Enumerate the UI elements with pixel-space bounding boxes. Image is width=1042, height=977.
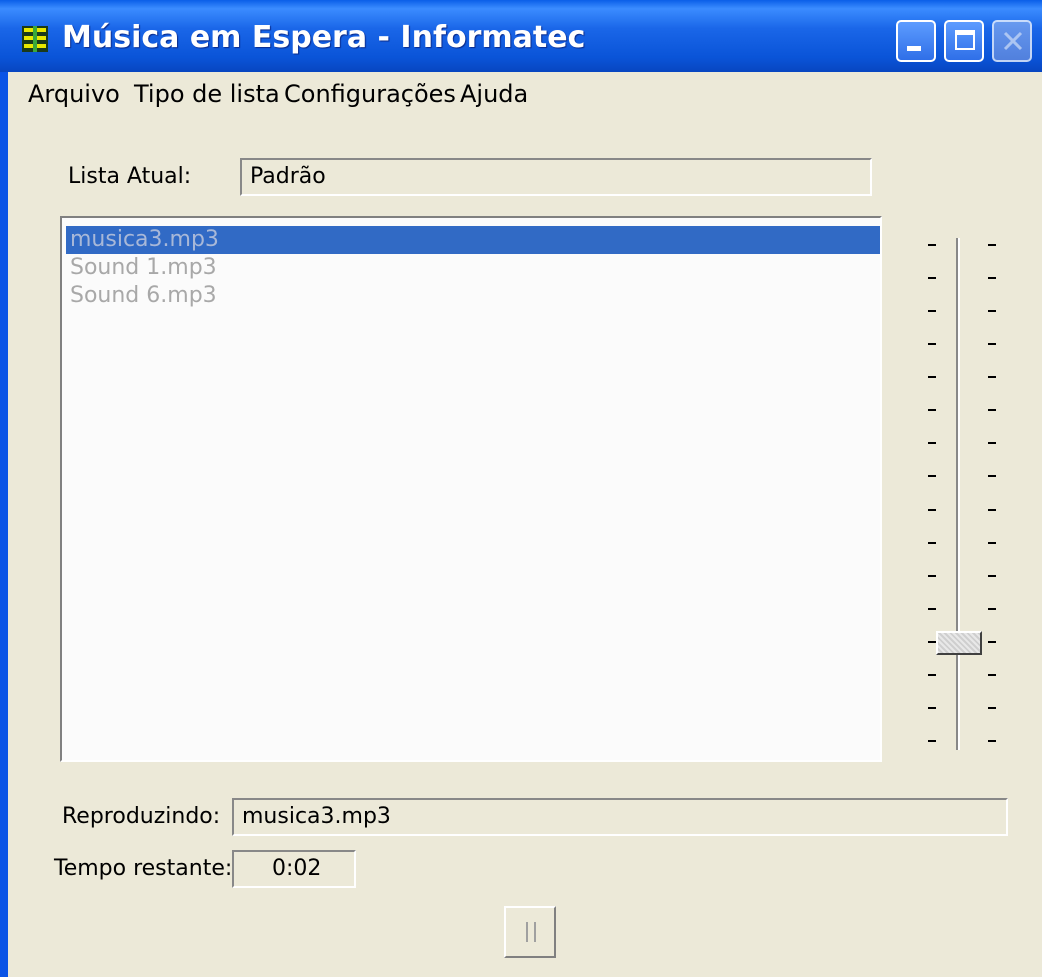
time-remaining-field: 0:02: [232, 850, 356, 888]
time-remaining-value: 0:02: [272, 856, 322, 881]
menu-bar: Arquivo Tipo de lista Configurações Ajud…: [8, 72, 1042, 118]
now-playing-label: Reproduzindo:: [62, 804, 221, 829]
maximize-icon: [955, 30, 975, 50]
menu-ajuda[interactable]: Ajuda: [460, 80, 528, 108]
list-item-label: musica3.mp3: [70, 227, 219, 252]
volume-tick-left: [928, 740, 936, 742]
volume-tick-right: [988, 574, 996, 577]
playlist-listbox[interactable]: musica3.mp3 Sound 1.mp3 Sound 6.mp3: [60, 216, 882, 762]
volume-tick-left: [928, 442, 936, 445]
list-item[interactable]: Sound 6.mp3: [66, 282, 880, 310]
pause-button[interactable]: [504, 906, 556, 958]
close-icon: [1003, 31, 1023, 51]
volume-tick-left: [928, 574, 936, 577]
volume-tick-left: [928, 376, 936, 379]
volume-slider-track: [956, 238, 960, 750]
volume-tick-right: [988, 640, 996, 643]
volume-tick-right: [988, 376, 996, 379]
volume-tick-left: [928, 607, 936, 610]
volume-tick-left: [928, 277, 936, 280]
now-playing-value: musica3.mp3: [242, 804, 391, 829]
list-item[interactable]: Sound 1.mp3: [66, 254, 880, 282]
volume-tick-right: [988, 442, 996, 445]
title-bar[interactable]: Música em Espera - Informatec: [0, 0, 1042, 72]
volume-tick-right: [988, 607, 996, 610]
volume-tick-right: [988, 541, 996, 544]
volume-slider[interactable]: [920, 230, 1000, 760]
volume-tick-left: [928, 244, 936, 246]
minimize-icon: [907, 46, 921, 51]
window-title: Música em Espera - Informatec: [62, 20, 586, 55]
volume-tick-left: [928, 640, 936, 643]
menu-arquivo[interactable]: Arquivo: [28, 80, 120, 108]
list-item-label: Sound 6.mp3: [70, 283, 217, 308]
volume-tick-right: [988, 343, 996, 346]
list-item[interactable]: musica3.mp3: [66, 226, 880, 254]
volume-tick-left: [928, 343, 936, 346]
volume-tick-left: [928, 475, 936, 478]
volume-tick-right: [988, 740, 996, 742]
minimize-button[interactable]: [896, 20, 936, 62]
volume-tick-left: [928, 508, 936, 511]
app-window: Música em Espera - Informatec Arquivo Ti…: [0, 0, 1042, 977]
volume-tick-left: [928, 541, 936, 544]
window-border: [0, 72, 8, 977]
volume-slider-thumb[interactable]: [936, 630, 982, 655]
current-list-value: Padrão: [250, 164, 326, 189]
volume-tick-right: [988, 706, 996, 709]
volume-tick-left: [928, 409, 936, 412]
close-button[interactable]: [992, 20, 1032, 62]
list-item-label: Sound 1.mp3: [70, 255, 217, 280]
volume-tick-left: [928, 706, 936, 709]
volume-tick-right: [988, 475, 996, 478]
volume-tick-right: [988, 409, 996, 412]
maximize-button[interactable]: [944, 20, 984, 62]
time-remaining-label: Tempo restante:: [54, 856, 233, 881]
menu-tipo-de-lista[interactable]: Tipo de lista: [134, 80, 280, 108]
volume-tick-right: [988, 673, 996, 676]
volume-tick-left: [928, 310, 936, 313]
current-list-label: Lista Atual:: [68, 164, 192, 189]
volume-tick-left: [928, 673, 936, 676]
now-playing-field: musica3.mp3: [232, 798, 1008, 836]
pause-icon: [526, 922, 536, 942]
volume-tick-right: [988, 310, 996, 313]
current-list-field: Padrão: [240, 158, 872, 196]
volume-tick-right: [988, 244, 996, 246]
menu-configuracoes[interactable]: Configurações: [284, 80, 456, 108]
app-icon: [22, 26, 48, 52]
volume-tick-right: [988, 508, 996, 511]
volume-tick-right: [988, 277, 996, 280]
